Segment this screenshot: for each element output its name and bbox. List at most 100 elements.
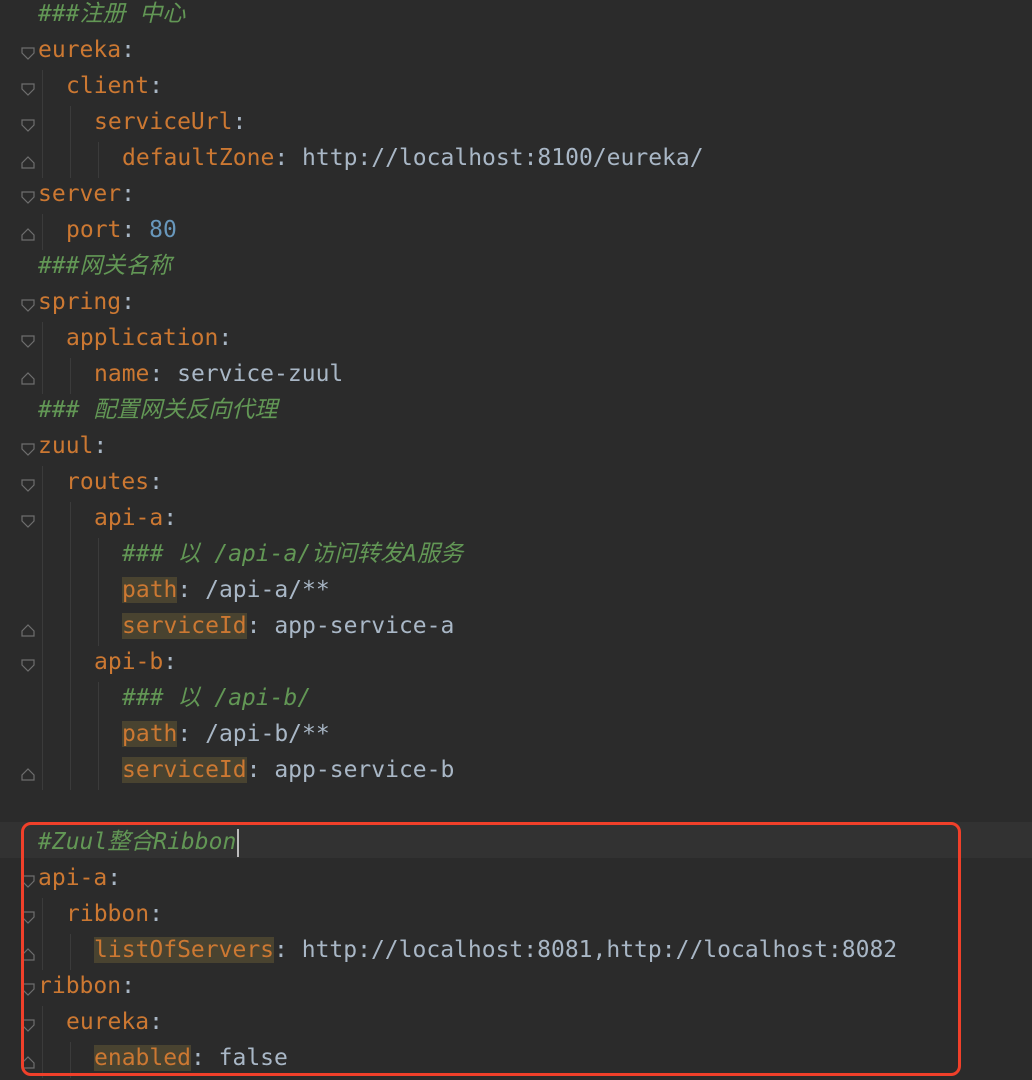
- code-line[interactable]: routes:: [66, 464, 163, 500]
- indent-guide: [70, 1042, 71, 1078]
- code-line[interactable]: ribbon:: [66, 896, 163, 932]
- indent-guide: [70, 934, 71, 970]
- yaml-key: eureka: [38, 37, 122, 63]
- indent-guide: [70, 502, 71, 790]
- fold-open-icon[interactable]: [21, 983, 35, 997]
- fold-end-icon[interactable]: [21, 227, 35, 241]
- fold-end-icon[interactable]: [21, 947, 35, 961]
- code-line[interactable]: ###注册 中心: [38, 0, 185, 32]
- yaml-key: listOfServers: [94, 937, 275, 963]
- code-line[interactable]: client:: [66, 68, 163, 104]
- indent-guide: [42, 898, 43, 970]
- yaml-key: path: [122, 577, 178, 603]
- code-line[interactable]: ###网关名称: [38, 248, 172, 284]
- fold-open-icon[interactable]: [21, 479, 35, 493]
- yaml-comment: ### 配置网关反向代理: [38, 397, 278, 423]
- fold-open-icon[interactable]: [21, 83, 35, 97]
- code-line[interactable]: path: /api-a/**: [122, 572, 330, 608]
- code-line[interactable]: ribbon:: [38, 968, 135, 1004]
- code-line[interactable]: eureka:: [38, 32, 135, 68]
- code-line[interactable]: name: service-zuul: [94, 356, 343, 392]
- fold-open-icon[interactable]: [21, 659, 35, 673]
- indent-guide: [98, 538, 99, 646]
- yaml-value: app-service-a: [274, 613, 455, 639]
- yaml-value: service-zuul: [177, 361, 344, 387]
- indent-guide: [42, 466, 43, 790]
- indent-guide: [70, 358, 71, 394]
- text-caret: [237, 828, 240, 857]
- code-line[interactable]: listOfServers: http://localhost:8081,htt…: [94, 932, 897, 968]
- yaml-value: http://localhost:8081,http://localhost:8…: [301, 937, 898, 963]
- yaml-key: api-a: [94, 505, 164, 531]
- code-line[interactable]: server:: [38, 176, 135, 212]
- yaml-key: client: [66, 73, 150, 99]
- yaml-value: /api-a/**: [205, 577, 330, 603]
- fold-open-icon[interactable]: [21, 119, 35, 133]
- fold-end-icon[interactable]: [21, 155, 35, 169]
- yaml-key: server: [38, 181, 122, 207]
- yaml-key: api-a: [38, 865, 108, 891]
- yaml-key: application: [66, 325, 219, 351]
- code-line[interactable]: serviceId: app-service-a: [122, 608, 454, 644]
- code-line[interactable]: enabled: false: [94, 1040, 288, 1076]
- yaml-value: http://localhost:8100/eureka/: [302, 145, 704, 171]
- yaml-key: api-b: [94, 649, 164, 675]
- fold-open-icon[interactable]: [21, 875, 35, 889]
- code-line[interactable]: ### 配置网关反向代理: [38, 392, 277, 428]
- fold-end-icon[interactable]: [21, 767, 35, 781]
- code-line[interactable]: defaultZone: http://localhost:8100/eurek…: [122, 140, 704, 176]
- code-line[interactable]: zuul:: [38, 428, 107, 464]
- code-line[interactable]: ### 以 /api-a/访问转发A服务: [122, 536, 463, 572]
- code-line[interactable]: spring:: [38, 284, 135, 320]
- code-line[interactable]: port: 80: [66, 212, 177, 248]
- code-line[interactable]: api-a:: [94, 500, 177, 536]
- code-line[interactable]: eureka:: [66, 1004, 163, 1040]
- yaml-key: name: [94, 361, 150, 387]
- yaml-key: eureka: [66, 1009, 150, 1035]
- yaml-key: port: [66, 217, 122, 243]
- code-line[interactable]: serviceUrl:: [94, 104, 246, 140]
- code-line[interactable]: application:: [66, 320, 232, 356]
- fold-end-icon[interactable]: [21, 371, 35, 385]
- fold-open-icon[interactable]: [21, 191, 35, 205]
- yaml-key: ribbon: [38, 973, 122, 999]
- fold-open-icon[interactable]: [21, 299, 35, 313]
- fold-open-icon[interactable]: [21, 1019, 35, 1033]
- indent-guide: [42, 70, 43, 178]
- indent-guide: [42, 214, 43, 250]
- fold-end-icon[interactable]: [21, 1055, 35, 1069]
- yaml-key: serviceId: [122, 757, 247, 783]
- yaml-comment: #Zuul整合Ribbon: [38, 829, 237, 855]
- yaml-key: serviceId: [122, 613, 247, 639]
- indent-guide: [70, 106, 71, 178]
- yaml-key: routes: [66, 469, 150, 495]
- code-line[interactable]: api-a:: [38, 860, 121, 896]
- yaml-comment: ### 以 /api-a/访问转发A服务: [122, 541, 464, 567]
- indent-guide: [98, 142, 99, 178]
- indent-guide: [98, 682, 99, 790]
- indent-guide: [42, 1006, 43, 1078]
- fold-open-icon[interactable]: [21, 911, 35, 925]
- yaml-comment: ### 以 /api-b/: [122, 685, 312, 711]
- yaml-number-value: 80: [149, 217, 177, 243]
- yaml-value: false: [218, 1045, 288, 1071]
- fold-open-icon[interactable]: [21, 335, 35, 349]
- code-line[interactable]: path: /api-b/**: [122, 716, 330, 752]
- yaml-key: path: [122, 721, 178, 747]
- yaml-key: serviceUrl: [94, 109, 233, 135]
- code-line[interactable]: #Zuul整合Ribbon: [38, 824, 240, 860]
- fold-open-icon[interactable]: [21, 47, 35, 61]
- fold-open-icon[interactable]: [21, 515, 35, 529]
- fold-end-icon[interactable]: [21, 623, 35, 637]
- yaml-key: zuul: [38, 433, 94, 459]
- yaml-value: /api-b/**: [205, 721, 330, 747]
- yaml-comment: ###注册 中心: [38, 1, 186, 27]
- code-line[interactable]: serviceId: app-service-b: [122, 752, 454, 788]
- yaml-key: enabled: [94, 1045, 191, 1071]
- yaml-key: defaultZone: [122, 145, 275, 171]
- yaml-key: ribbon: [66, 901, 150, 927]
- code-editor[interactable]: ###注册 中心 eureka: client: serviceUrl: def…: [0, 0, 1032, 1080]
- code-line[interactable]: ### 以 /api-b/: [122, 680, 311, 716]
- fold-open-icon[interactable]: [21, 443, 35, 457]
- code-line[interactable]: api-b:: [94, 644, 177, 680]
